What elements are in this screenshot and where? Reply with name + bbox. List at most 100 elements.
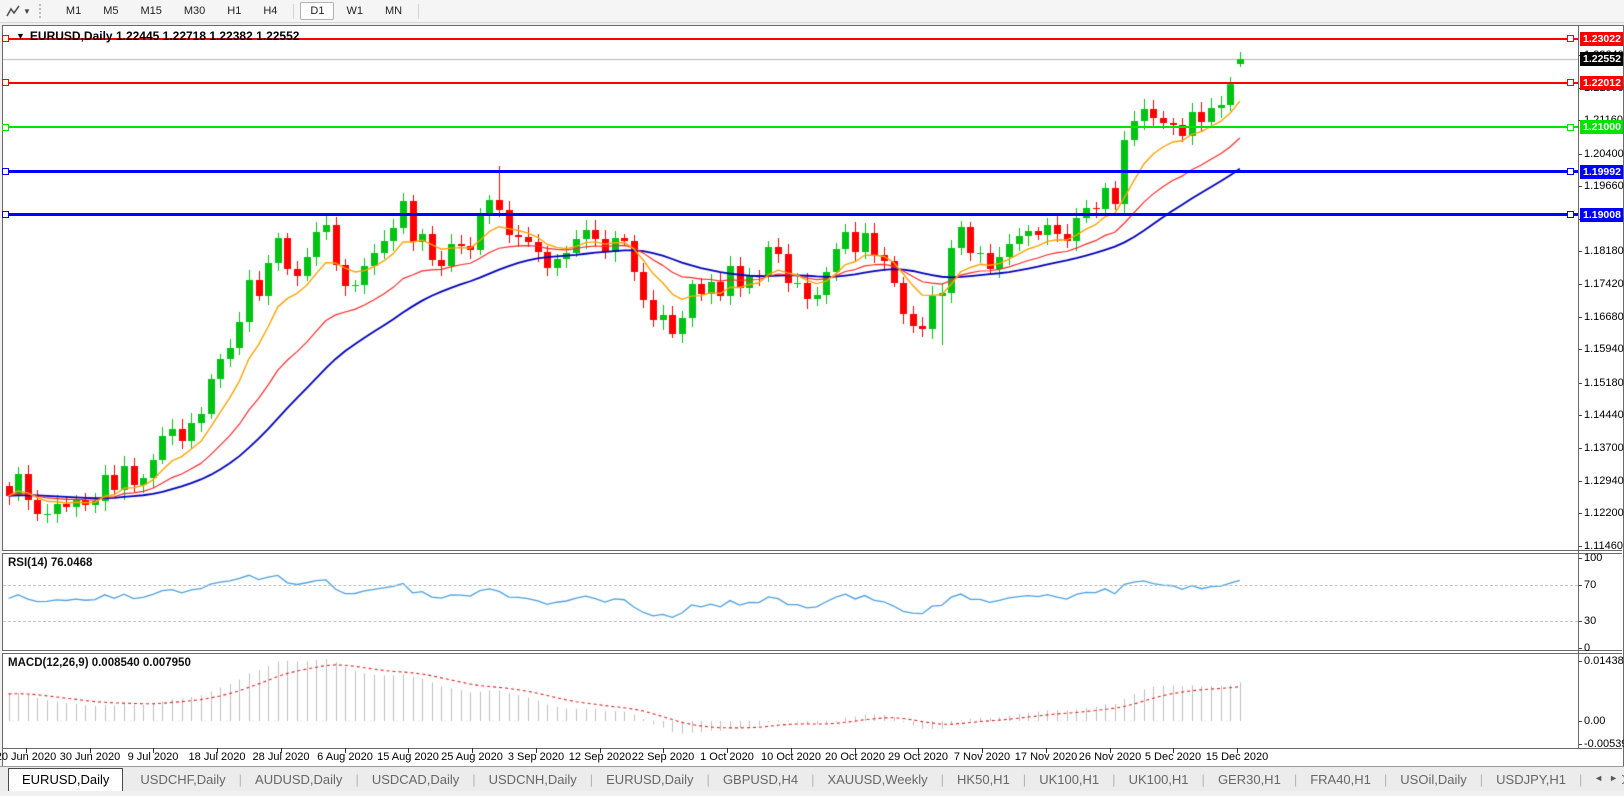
price-line-badge: 1.21000 (1580, 120, 1623, 134)
timeframe-button-h1[interactable]: H1 (217, 2, 251, 20)
price-axis-label: 1.16680 (1584, 311, 1624, 323)
line-drag-handle[interactable] (1567, 35, 1574, 42)
chart-plot-canvas[interactable] (3, 26, 1578, 748)
date-label: 22 Sep 2020 (632, 751, 694, 763)
price-axis-label: 1.19660 (1584, 180, 1624, 192)
timeframe-button-h4[interactable]: H4 (253, 2, 287, 20)
timeframe-button-m1[interactable]: M1 (56, 2, 91, 20)
rsi-level-30-line (3, 621, 1578, 622)
macd-axis-label: 0.00 (1584, 715, 1605, 727)
date-label: 30 Jun 2020 (60, 751, 121, 763)
chart-tab-usdjpy-h1[interactable]: USDJPY,H1 (1483, 769, 1579, 791)
date-label: 18 Jul 2020 (189, 751, 246, 763)
line-drag-handle[interactable] (2, 211, 9, 218)
plot-bottom-border (2, 748, 1622, 749)
tab-scroll-right-icon[interactable]: ► (1609, 773, 1618, 783)
trading-terminal: { "toolbar": { "timeframes": ["M1","M5",… (0, 0, 1624, 796)
rsi-level-70-line (3, 585, 1578, 586)
timeframe-button-m15[interactable]: M15 (130, 2, 171, 20)
rsi-axis-label: 30 (1584, 615, 1596, 627)
chart-tab-fra40-h1[interactable]: FRA40,H1 (1297, 769, 1384, 791)
price-horizontal-line[interactable] (3, 170, 1578, 173)
chart-tab-usoil-daily[interactable]: USOil,Daily (1387, 769, 1479, 791)
chart-menu-arrow-icon[interactable]: ▼ (16, 31, 25, 41)
timeframe-button-mn[interactable]: MN (375, 2, 412, 20)
price-axis-label: 1.15940 (1584, 343, 1624, 355)
chart-tab-hk50-h1[interactable]: HK50,H1 (944, 769, 1023, 791)
rsi-axis-label: 100 (1584, 552, 1602, 564)
line-drag-handle[interactable] (2, 124, 9, 131)
chart-tab-eurusd-daily[interactable]: EURUSD,Daily (8, 768, 123, 791)
chart-tab-xauusd-weekly[interactable]: XAUUSD,Weekly (814, 769, 940, 791)
macd-axis-label: 0.014384 (1584, 655, 1624, 667)
tab-scroll-left-icon[interactable]: ◄ (1594, 773, 1603, 783)
macd-pane-divider[interactable] (2, 650, 1622, 654)
date-label: 10 Oct 2020 (761, 751, 821, 763)
date-label: 25 Aug 2020 (441, 751, 503, 763)
date-label: 12 Sep 2020 (569, 751, 631, 763)
current-price-badge: 1.22552 (1580, 52, 1623, 66)
chart-tab-uk100-h1[interactable]: UK100,H1 (1026, 769, 1112, 791)
chart-title: ▼ EURUSD,Daily 1.22445 1.22718 1.22382 1… (16, 29, 299, 43)
tab-scroll-arrows: ◄ ► (1590, 767, 1622, 789)
price-line-badge: 1.23022 (1580, 32, 1623, 46)
line-drag-handle[interactable] (1567, 168, 1574, 175)
price-axis-label: 1.15180 (1584, 377, 1624, 389)
price-axis-label: 1.20400 (1584, 148, 1624, 160)
date-label: 26 Nov 2020 (1079, 751, 1141, 763)
date-label: 6 Aug 2020 (317, 751, 373, 763)
date-label: 7 Nov 2020 (954, 751, 1010, 763)
rsi-axis-label: 0 (1584, 642, 1590, 654)
rsi-label: RSI(14) 76.0468 (8, 557, 92, 569)
timeframe-button-m30[interactable]: M30 (174, 2, 215, 20)
chart-tab-bar: EURUSD,DailyUSDCHF,Daily|AUDUSD,Daily|US… (0, 766, 1624, 791)
toolbar-separator (418, 4, 419, 19)
date-label: 20 Jun 2020 (0, 751, 56, 763)
toolbar-grip[interactable] (39, 4, 45, 18)
toolbar-separator (293, 4, 294, 19)
date-label: 5 Dec 2020 (1145, 751, 1201, 763)
price-axis-label: 1.12940 (1584, 475, 1624, 487)
date-label: 15 Aug 2020 (377, 751, 439, 763)
macd-axis-label: -0.005396 (1584, 738, 1624, 750)
chart-tab-eurusd-daily[interactable]: EURUSD,Daily (593, 769, 706, 791)
line-drag-handle[interactable] (2, 79, 9, 86)
macd-label: MACD(12,26,9) 0.008540 0.007950 (8, 657, 191, 669)
timeframe-button-m5[interactable]: M5 (93, 2, 128, 20)
date-label: 9 Jul 2020 (128, 751, 179, 763)
date-label: 1 Oct 2020 (700, 751, 754, 763)
dropdown-caret-icon[interactable]: ▼ (23, 7, 31, 16)
line-drag-handle[interactable] (2, 168, 9, 175)
timeframe-button-w1[interactable]: W1 (336, 2, 373, 20)
price-axis-label: 1.12200 (1584, 507, 1624, 519)
price-line-badge: 1.22012 (1580, 76, 1623, 90)
timeframe-button-group: M1M5M15M30H1H4 D1W1MN (55, 2, 424, 20)
date-label: 3 Sep 2020 (508, 751, 564, 763)
price-horizontal-line[interactable] (3, 126, 1578, 128)
chart-tab-usdchf-daily[interactable]: USDCHF,Daily (127, 769, 238, 791)
line-drag-handle[interactable] (1567, 79, 1574, 86)
chart-tab-gbpusd-h4[interactable]: GBPUSD,H4 (710, 769, 811, 791)
date-label: 17 Nov 2020 (1015, 751, 1077, 763)
date-label: 29 Oct 2020 (888, 751, 948, 763)
chart-tab-uk100-h1[interactable]: UK100,H1 (1116, 769, 1202, 791)
chart-tab-ger30-h1[interactable]: GER30,H1 (1205, 769, 1294, 791)
line-drag-handle[interactable] (1567, 124, 1574, 131)
price-horizontal-line[interactable] (3, 213, 1578, 216)
date-label: 28 Jul 2020 (253, 751, 310, 763)
chart-tab-usdcnh-daily[interactable]: USDCNH,Daily (476, 769, 590, 791)
price-axis-label: 1.17420 (1584, 278, 1624, 290)
chart-tab-usdcad-daily[interactable]: USDCAD,Daily (359, 769, 472, 791)
price-line-badge: 1.19992 (1580, 165, 1623, 179)
line-drag-handle[interactable] (2, 35, 9, 42)
date-label: 15 Dec 2020 (1206, 751, 1268, 763)
rsi-pane-divider[interactable] (2, 550, 1622, 554)
chart-tab-audusd-daily[interactable]: AUDUSD,Daily (242, 769, 355, 791)
top-toolbar: ▼ M1M5M15M30H1H4 D1W1MN (0, 0, 1624, 23)
drawing-tools-icon[interactable]: ▼ (6, 5, 31, 18)
rsi-axis-label: 70 (1584, 579, 1596, 591)
line-drag-handle[interactable] (1567, 211, 1574, 218)
timeframe-button-d1[interactable]: D1 (300, 2, 334, 20)
price-horizontal-line[interactable] (3, 82, 1578, 84)
price-axis-border (1578, 25, 1579, 748)
